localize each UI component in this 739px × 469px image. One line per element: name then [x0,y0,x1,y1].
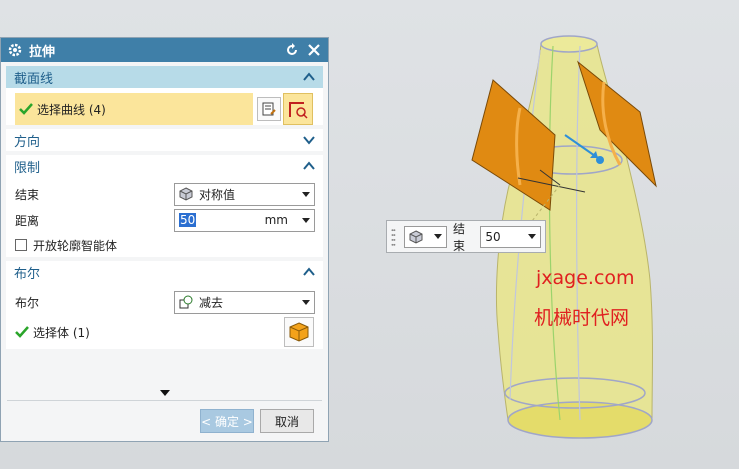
section-curve-group: 截面线 选择曲线 (4) [6,66,323,125]
open-profile-checkbox[interactable] [15,239,27,251]
distance-input[interactable]: 50 mm [174,208,315,232]
select-curve-row: 选择曲线 (4) [15,93,314,125]
limits-group: 限制 结束 对称值 距离 50 mm 开放轮廓智能体 [6,155,323,257]
reset-icon[interactable] [284,42,300,58]
end-option-dropdown[interactable] [403,225,447,248]
cube-symmetric-icon [179,187,193,201]
watermark-url: jxage.com [536,267,635,289]
divider [7,400,322,401]
boolean-value: 减去 [199,295,224,310]
handle-end-label: 结束 [452,221,465,253]
select-body-row: 选择体 (1) [6,315,323,349]
cancel-button[interactable]: 取消 [260,409,314,433]
chevron-down-icon [302,191,310,197]
dialog-title: 拉伸 [29,44,56,60]
checkmark-icon [19,103,33,115]
open-profile-row: 开放轮廓智能体 [6,233,323,257]
end-dropdown[interactable]: 对称值 [174,182,315,206]
chevron-up-icon [303,72,315,81]
boolean-group: 布尔 布尔 减去 选择体 (1) [6,261,323,349]
chevron-down-icon [303,136,315,145]
direction-title: 方向 [14,134,41,150]
subtract-icon [179,295,193,309]
direction-header[interactable]: 方向 [6,129,323,151]
chevron-down-icon [433,234,442,239]
chevron-up-icon [303,267,315,276]
dialog-title-bar[interactable]: 拉伸 [1,38,328,62]
chevron-down-icon[interactable] [302,217,310,223]
direction-group: 方向 [6,129,323,151]
select-body-label: 选择体 (1) [33,325,90,340]
solid-body-icon [289,322,309,342]
limits-header[interactable]: 限制 [6,155,323,177]
cube-symmetric-icon [409,229,423,244]
extrude-dialog: 拉伸 截面线 选择曲线 (4) 方向 限制 结束 对称值 距离 50 mm 开放… [0,37,329,442]
sketch-icon [262,102,276,116]
boolean-dropdown[interactable]: 减去 [174,290,315,314]
section-curve-title: 截面线 [14,71,54,87]
chevron-down-icon [302,299,310,305]
checkmark-icon [15,326,29,338]
handle-value: 50 [485,229,501,244]
sketch-section-button[interactable] [257,97,281,121]
on-screen-input-box: 结束 50 [386,220,546,253]
end-value: 对称值 [199,187,236,202]
select-curve-field[interactable]: 选择曲线 (4) [15,93,253,125]
ok-button[interactable]: < 确定 > [200,409,254,433]
distance-unit: mm [264,213,288,227]
distance-row: 距离 50 mm [6,207,323,233]
end-row: 结束 对称值 [6,181,323,207]
open-profile-label: 开放轮廓智能体 [33,238,118,253]
curve-selection-button[interactable] [283,93,313,125]
chevron-up-icon [303,161,315,170]
watermark-site-name: 机械时代网 [534,307,630,329]
close-icon[interactable] [306,42,322,58]
boolean-row: 布尔 减去 [6,289,323,315]
gear-icon[interactable] [7,42,23,58]
distance-value: 50 [179,213,197,227]
curve-icon [289,102,308,119]
chevron-down-icon [528,234,537,239]
boolean-header[interactable]: 布尔 [6,261,323,283]
drag-grip-icon[interactable] [391,227,396,247]
handle-value-dropdown[interactable]: 50 [480,225,542,248]
select-curve-label: 选择曲线 (4) [37,102,106,117]
select-body-button[interactable] [284,317,314,347]
expand-more-icon[interactable] [160,390,170,396]
section-curve-header[interactable]: 截面线 [6,66,323,88]
boolean-title: 布尔 [14,266,41,282]
limits-title: 限制 [14,160,41,176]
